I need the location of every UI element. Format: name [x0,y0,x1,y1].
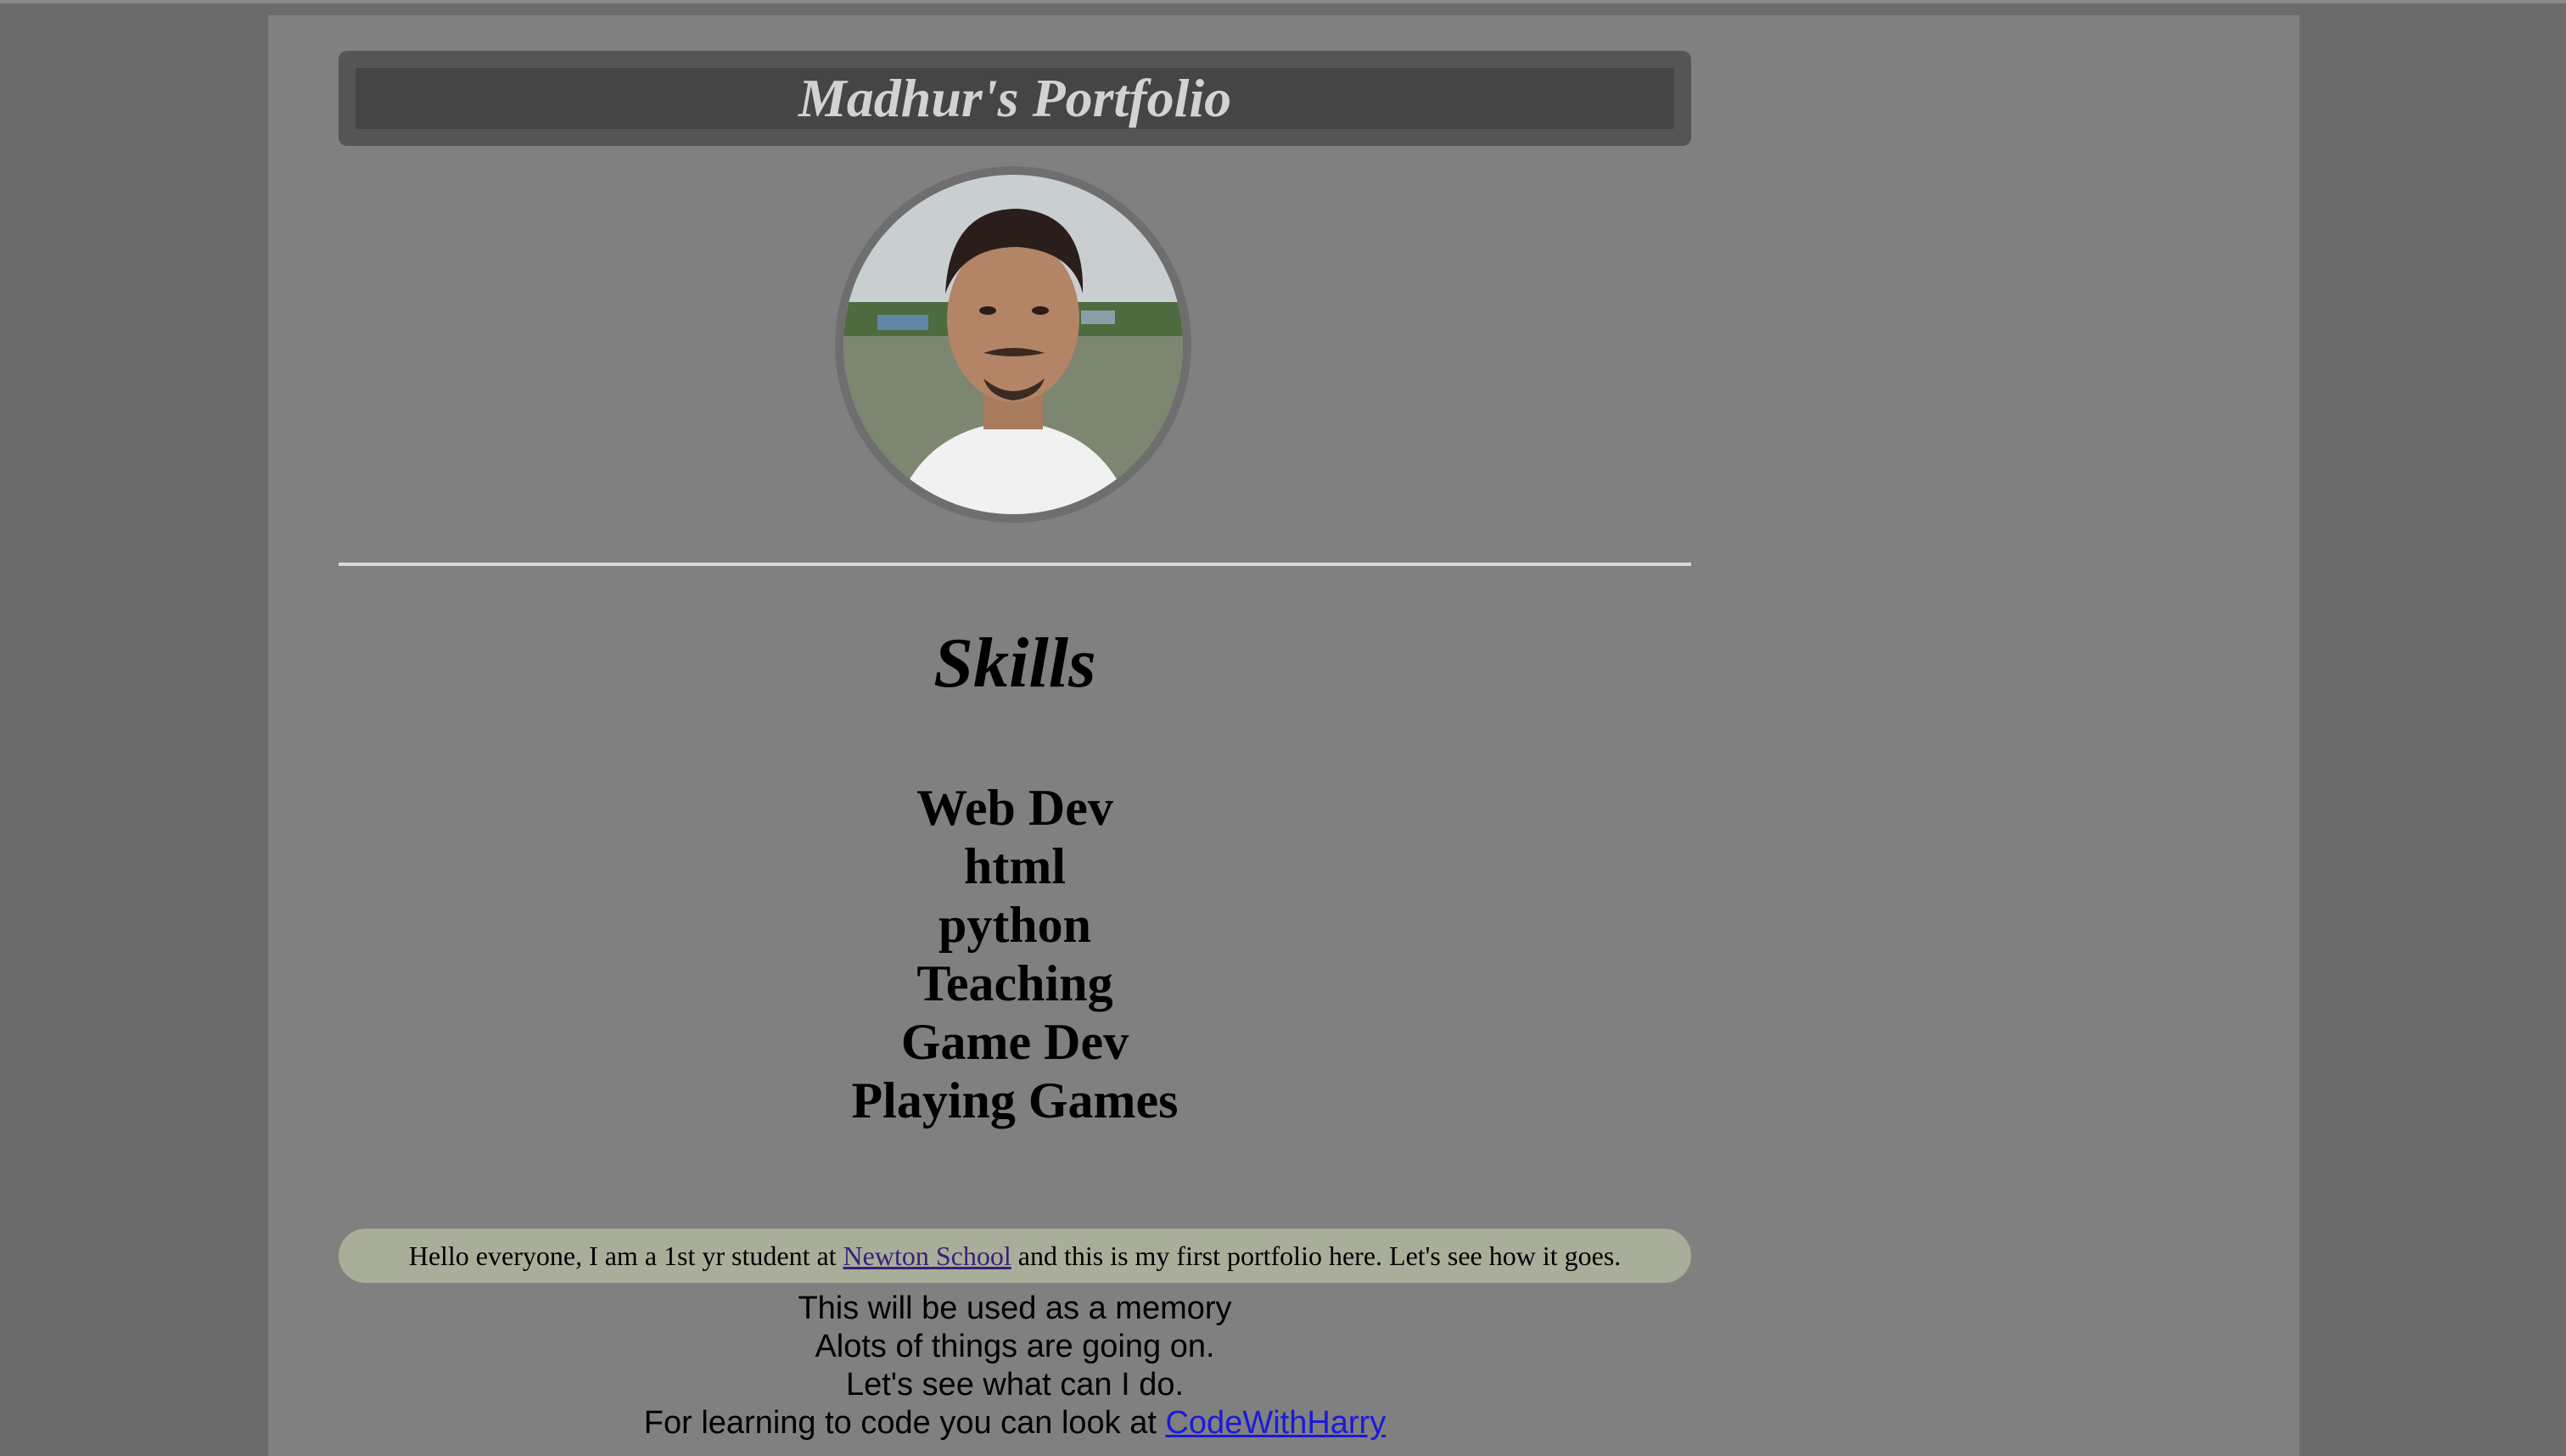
notes-line4-text: For learning to code you can look at [643,1405,1166,1441]
notes-line: Alots of things are going on. [815,1329,1215,1364]
window-top-border [0,0,2566,3]
site-title: Madhur's Portfolio [798,68,1232,128]
skill-item: Teaching [916,955,1113,1011]
skill-item: Playing Games [851,1072,1179,1128]
codewithharry-link[interactable]: CodeWithHarry [1165,1405,1386,1441]
site-header-inner: Madhur's Portfolio [356,68,1674,129]
skill-item: Game Dev [900,1014,1129,1070]
notes-line: This will be used as a memory [798,1291,1232,1326]
intro-text-after: and this is my first portfolio here. Let… [1017,1240,1622,1271]
avatar-image [843,175,1183,514]
skill-item: html [964,838,1066,894]
intro-text-before: Hello everyone, I am a 1st yr student at [408,1240,837,1271]
notes-line: Let's see what can I do. [845,1367,1185,1403]
newton-school-link[interactable]: Newton School [843,1240,1011,1272]
avatar [835,166,1191,523]
skills-list: Web Dev html python Teaching Game Dev Pl… [339,779,1691,1130]
notes-line-with-link: For learning to code you can look at Cod… [339,1404,1691,1442]
skills-heading: Skills [933,624,1096,703]
skill-item: Web Dev [916,780,1113,836]
intro-paragraph: Hello everyone, I am a 1st yr student at… [339,1229,1691,1283]
section-divider [339,563,1691,566]
notes-block: This will be used as a memory Alots of t… [339,1290,1691,1442]
site-header: Madhur's Portfolio [339,51,1691,146]
skill-item: python [938,897,1092,953]
